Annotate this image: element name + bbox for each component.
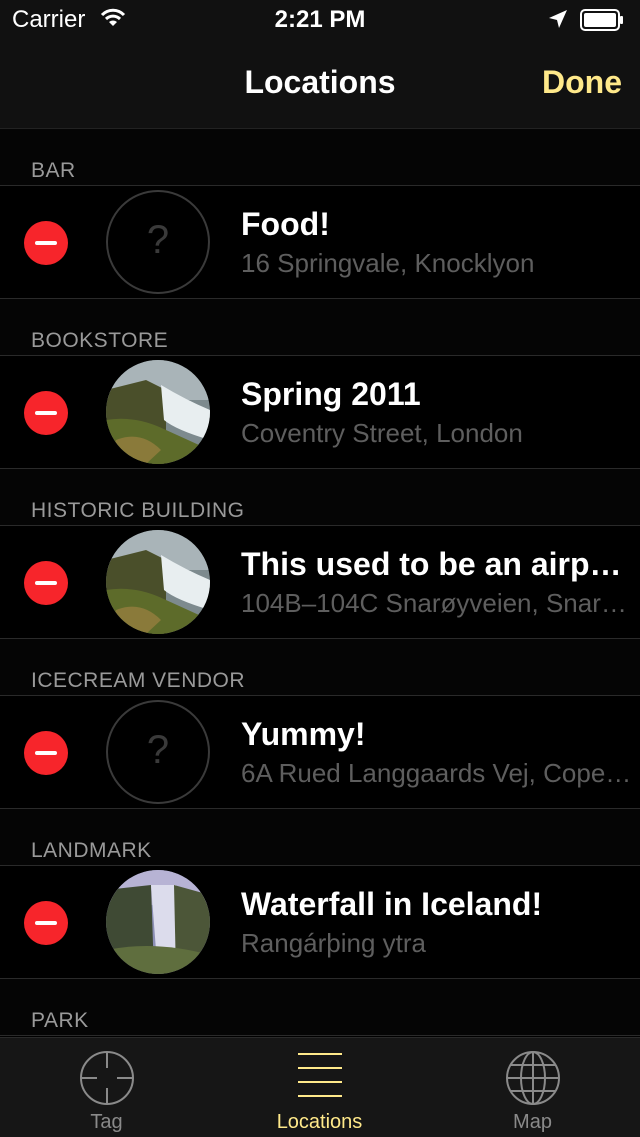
status-bar: Carrier 2:21 PM — [0, 0, 640, 40]
photo-placeholder: ? — [106, 190, 210, 294]
delete-button[interactable] — [24, 561, 68, 605]
navigation-bar: Locations Done — [0, 40, 640, 129]
tab-map[interactable]: Map — [426, 1038, 639, 1137]
location-address: 16 Springvale, Knocklyon — [241, 248, 535, 278]
section-header: BOOKSTORE — [31, 329, 169, 352]
list-item[interactable]: ? Food! 16 Springvale, Knocklyon — [0, 185, 640, 299]
location-title: Spring 2011 — [241, 376, 421, 412]
section-header: PARK — [31, 1009, 89, 1032]
question-mark-icon: ? — [146, 728, 170, 772]
location-address: 104B–104C Snarøyveien, Snarøya — [241, 588, 637, 618]
locations-list[interactable]: BAR ? Food! 16 Springvale, Knocklyon BOO… — [0, 129, 640, 1037]
section-header: BAR — [31, 159, 76, 182]
location-photo — [106, 530, 210, 634]
tab-tag[interactable]: Tag — [0, 1038, 213, 1137]
list-icon — [297, 1053, 342, 1097]
tab-label: Tag — [90, 1111, 123, 1133]
section-header: HISTORIC BUILDING — [31, 499, 245, 522]
location-photo — [106, 360, 210, 464]
crosshair-icon — [79, 1051, 134, 1105]
delete-button[interactable] — [24, 221, 68, 265]
photo-placeholder: ? — [106, 700, 210, 804]
delete-button[interactable] — [24, 901, 68, 945]
location-title: Food! — [241, 206, 330, 242]
question-mark-icon: ? — [146, 218, 170, 262]
tab-locations[interactable]: Locations — [213, 1038, 426, 1137]
list-item[interactable]: Spring 2011 Coventry Street, London — [0, 355, 640, 469]
list-item[interactable]: Waterfall in Iceland! Rangárþing ytra — [0, 865, 640, 979]
list-item[interactable]: This used to be an airport! 104B–104C Sn… — [0, 525, 640, 639]
section-header: LANDMARK — [31, 839, 152, 862]
done-button[interactable]: Done — [542, 64, 622, 101]
tab-bar: Tag Locations Map — [0, 1037, 640, 1137]
location-arrow-icon — [549, 10, 567, 28]
battery-icon — [580, 9, 623, 31]
location-address: Coventry Street, London — [241, 418, 523, 448]
delete-button[interactable] — [24, 731, 68, 775]
tab-label: Locations — [276, 1111, 363, 1133]
globe-icon — [505, 1051, 560, 1105]
location-address: Rangárþing ytra — [241, 928, 426, 958]
list-item[interactable]: ? Yummy! 6A Rued Langgaards Vej, Copenha… — [0, 695, 640, 809]
location-photo — [106, 870, 210, 974]
location-title: Waterfall in Iceland! — [241, 886, 543, 922]
section-header: ICECREAM VENDOR — [31, 669, 246, 692]
status-time: 2:21 PM — [274, 6, 366, 33]
delete-button[interactable] — [24, 391, 68, 435]
location-title: Yummy! — [241, 716, 366, 752]
location-title: This used to be an airport! — [241, 546, 637, 582]
tab-label: Map — [513, 1111, 552, 1133]
location-address: 6A Rued Langgaards Vej, Copenhagen — [241, 758, 637, 788]
